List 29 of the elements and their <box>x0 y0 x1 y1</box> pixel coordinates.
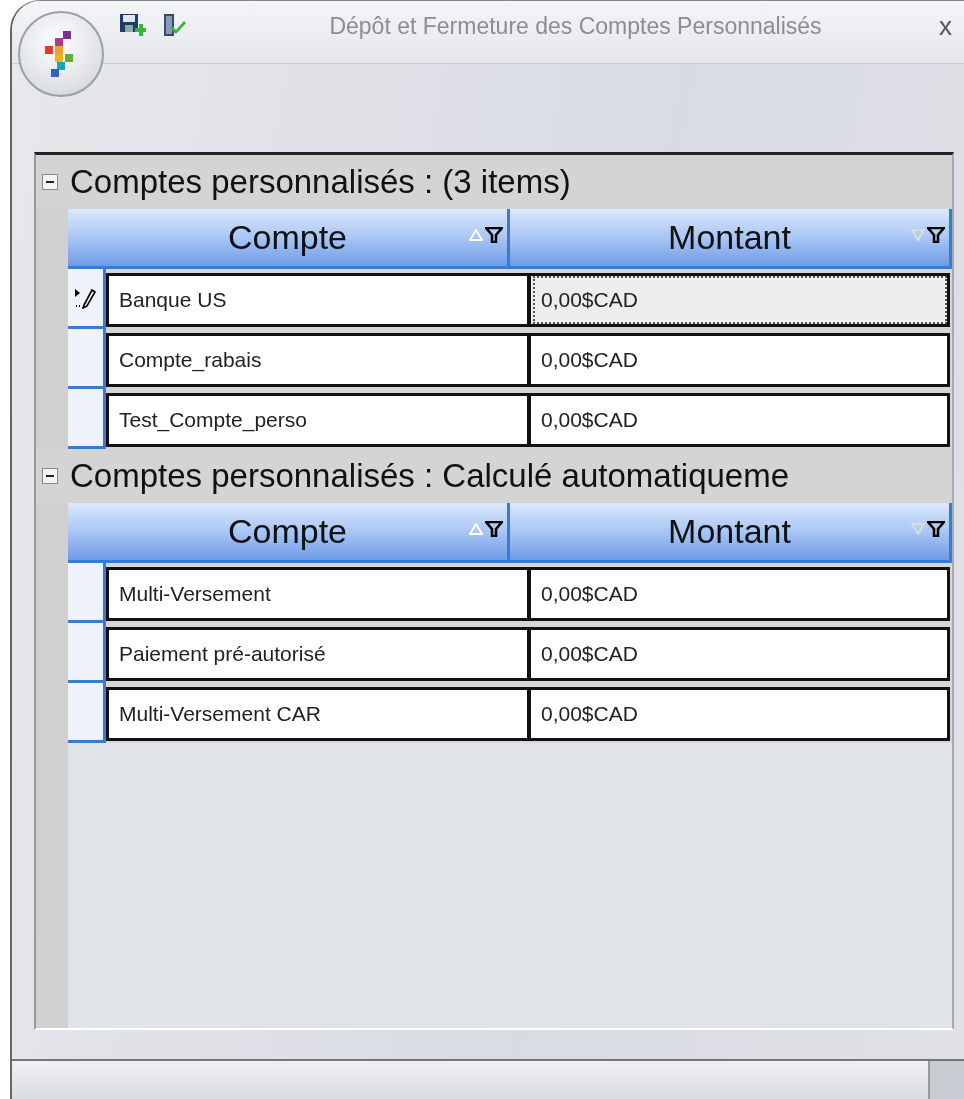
column-header[interactable]: Montant <box>510 209 952 269</box>
column-header[interactable]: Compte <box>68 503 510 563</box>
filter-icon[interactable] <box>927 227 945 243</box>
collapse-icon[interactable] <box>42 468 58 484</box>
table-cell: Multi-Versement CAR <box>106 687 530 741</box>
filter-icon[interactable] <box>485 521 503 537</box>
filter-icon[interactable] <box>927 521 945 537</box>
table-cell: 0,00$CAD <box>530 393 950 447</box>
resize-grip[interactable] <box>928 1061 964 1099</box>
table-cell: 0,00$CAD <box>530 273 950 327</box>
group-title: Comptes personnalisés : (3 items) <box>70 163 571 201</box>
collapse-icon[interactable] <box>42 174 58 190</box>
table-cell: Compte_rabais <box>106 333 530 387</box>
close-button[interactable]: x <box>933 10 958 42</box>
row-selector[interactable] <box>68 269 106 329</box>
group-title: Comptes personnalisés : Calculé automatiqueme <box>70 457 790 495</box>
table-cell: Banque US <box>106 273 530 327</box>
table-cell: Test_Compte_perso <box>106 393 530 447</box>
window-title: Dépôt et Fermeture des Comptes Personnalisés <box>328 12 823 40</box>
column-header[interactable]: Compte <box>68 209 510 269</box>
edit-row-icon <box>73 286 98 309</box>
table-cell: 0,00$CAD <box>530 687 950 741</box>
table-cell: 0,00$CAD <box>530 627 950 681</box>
table-cell: Multi-Versement <box>106 567 530 621</box>
filter-icon[interactable] <box>485 227 503 243</box>
table-cell: 0,00$CAD <box>530 333 950 387</box>
table-cell: Paiement pré-autorisé <box>106 627 530 681</box>
column-header[interactable]: Montant <box>510 503 952 563</box>
table-cell: 0,00$CAD <box>530 567 950 621</box>
